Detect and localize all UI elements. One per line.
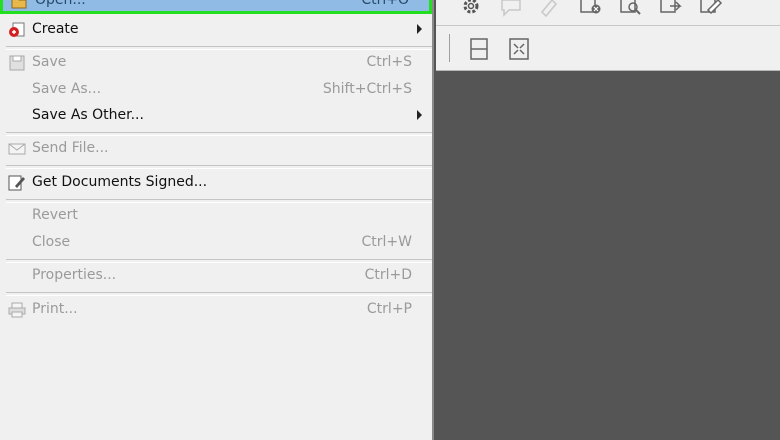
menu-item-label: Send File...	[32, 140, 109, 156]
menu-item-shortcut: Ctrl+W	[361, 234, 412, 250]
menu-item-label: Properties...	[32, 267, 117, 283]
file-menu: Open... Ctrl+O Create Save Ctrl+S Save A…	[0, 0, 434, 440]
gear-icon[interactable]	[458, 0, 484, 22]
menu-separator	[6, 292, 432, 296]
menu-item-label: Revert	[32, 207, 78, 223]
menu-item-label: Get Documents Signed...	[32, 174, 208, 190]
close-doc-icon[interactable]	[578, 0, 604, 22]
menu-item-print[interactable]: Print... Ctrl+P	[0, 297, 432, 323]
menu-item-properties[interactable]: Properties... Ctrl+D	[0, 263, 432, 289]
menu-item-label: Open...	[35, 0, 86, 8]
menu-item-shortcut: Ctrl+S	[366, 54, 412, 70]
fit-width-icon[interactable]	[466, 36, 492, 62]
toolbar-separator	[449, 34, 450, 62]
menu-item-save-as[interactable]: Save As... Shift+Ctrl+S	[0, 77, 432, 103]
menu-item-save-as-other[interactable]: Save As Other...	[0, 103, 432, 129]
view-toolbar	[436, 26, 780, 71]
menu-item-shortcut: Ctrl+D	[364, 267, 412, 283]
menu-item-label: Save	[32, 54, 67, 70]
open-folder-icon	[11, 0, 27, 9]
menu-separator	[6, 165, 432, 169]
menu-item-label: Close	[32, 234, 71, 250]
menu-item-open[interactable]: Open... Ctrl+O	[0, 0, 432, 14]
menu-item-label: Save As...	[32, 81, 102, 97]
menu-item-create[interactable]: Create	[0, 17, 432, 43]
document-viewport[interactable]	[436, 71, 780, 440]
save-disk-icon	[8, 55, 26, 71]
create-pdf-icon	[8, 22, 26, 38]
menu-item-shortcut: Shift+Ctrl+S	[322, 81, 412, 97]
export-icon[interactable]	[658, 0, 684, 22]
comment-icon[interactable]	[498, 0, 524, 22]
search-doc-icon[interactable]	[618, 0, 644, 22]
menu-item-label: Create	[32, 21, 79, 37]
fit-page-icon[interactable]	[506, 36, 532, 62]
edit-icon[interactable]	[698, 0, 724, 22]
menu-item-label: Save As Other...	[32, 107, 144, 123]
send-file-icon	[8, 141, 26, 157]
main-toolbar	[436, 0, 780, 26]
menu-item-save[interactable]: Save Ctrl+S	[0, 50, 432, 76]
menu-item-shortcut: Ctrl+O	[361, 0, 409, 8]
menu-item-label: Print...	[32, 301, 78, 317]
menu-item-revert[interactable]: Revert	[0, 203, 432, 229]
printer-icon	[8, 302, 26, 318]
submenu-arrow-icon	[417, 110, 422, 120]
menu-item-send-file[interactable]: Send File...	[0, 136, 432, 162]
menu-item-shortcut: Ctrl+P	[366, 301, 412, 317]
menu-item-close[interactable]: Close Ctrl+W	[0, 230, 432, 256]
highlight-icon[interactable]	[536, 0, 562, 22]
menu-item-get-documents-signed[interactable]: Get Documents Signed...	[0, 170, 432, 196]
sign-document-icon	[8, 175, 26, 191]
submenu-arrow-icon	[417, 24, 422, 34]
